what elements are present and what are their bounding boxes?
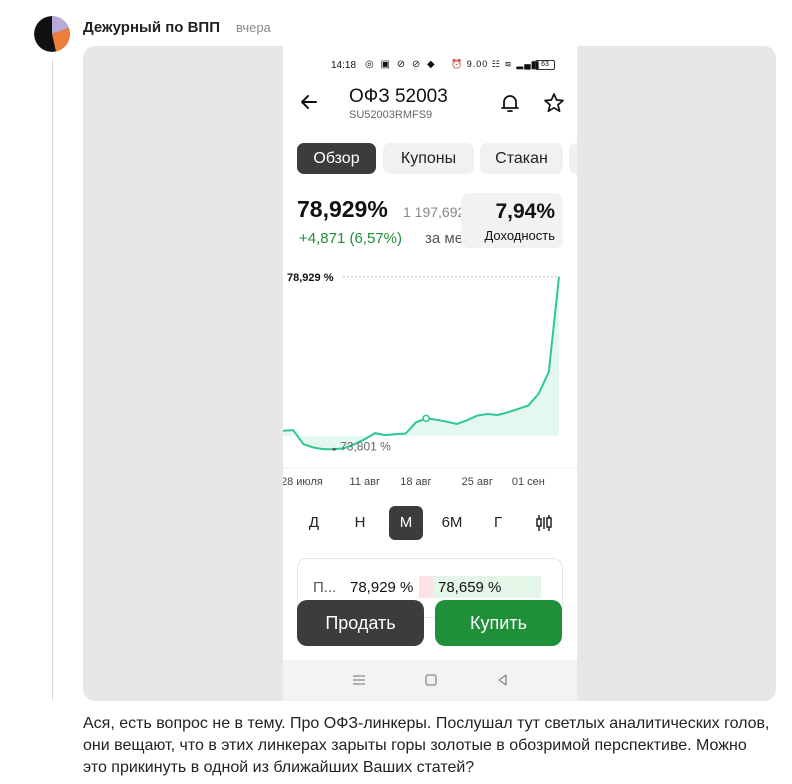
period-week[interactable]: Н bbox=[343, 506, 377, 540]
period-year[interactable]: Г bbox=[481, 506, 515, 540]
ask-price: 78,659 % bbox=[438, 579, 502, 596]
menu-nav-icon[interactable] bbox=[351, 672, 367, 688]
home-nav-icon[interactable] bbox=[423, 672, 439, 688]
period-day[interactable]: Д bbox=[297, 506, 331, 540]
period-6m[interactable]: 6М bbox=[433, 506, 471, 540]
status-time: 14:18 bbox=[331, 60, 357, 71]
quote-label: П... bbox=[313, 579, 337, 596]
comment-page: Дежурный по ВПП вчера 14:18 ◎ ▣ ⊘ ⊘ ◆ ⏰ … bbox=[0, 0, 792, 784]
yield-value: 7,94% bbox=[495, 200, 555, 223]
system-icons: ⏰ 9.00 ☷ ≋ ▂▄▆ bbox=[451, 59, 540, 69]
bid-price: 78,929 % bbox=[350, 579, 414, 596]
chart-marker-point bbox=[422, 414, 430, 423]
comment-time: вчера bbox=[236, 20, 271, 35]
thread-line bbox=[52, 60, 53, 700]
page-title: ОФЗ 52003 bbox=[349, 86, 448, 107]
x-tick-label: 01 сен bbox=[512, 476, 545, 488]
period-month[interactable]: М bbox=[389, 506, 423, 540]
android-nav-bar bbox=[283, 660, 577, 701]
comment-text: Ася, есть вопрос не в тему. Про ОФЗ-линк… bbox=[83, 715, 770, 776]
author-name[interactable]: Дежурный по ВПП bbox=[83, 19, 220, 36]
notification-icons: ◎ ▣ ⊘ ⊘ ◆ bbox=[365, 59, 437, 70]
x-tick-label: 25 авг bbox=[462, 476, 493, 488]
tab-overview[interactable]: Обзор bbox=[297, 143, 376, 174]
min-point bbox=[332, 447, 336, 451]
chart-area-fill bbox=[283, 276, 559, 450]
buy-button[interactable]: Купить bbox=[435, 600, 562, 646]
battery-icon: 63 bbox=[535, 60, 555, 70]
yield-label: Доходность bbox=[484, 228, 555, 243]
tab-orderbook[interactable]: Стакан bbox=[480, 143, 563, 174]
max-label: 78,929 % bbox=[287, 272, 334, 284]
bid-bar bbox=[419, 576, 433, 598]
tab-coupons[interactable]: Купоны bbox=[383, 143, 474, 174]
x-tick-label: 11 авг bbox=[350, 476, 380, 488]
isin-code: SU52003RMFS9 bbox=[349, 109, 433, 121]
min-label: 73,801 % bbox=[340, 439, 391, 453]
phone-screenshot: 14:18 ◎ ▣ ⊘ ⊘ ◆ ⏰ 9.00 ☷ ≋ ▂▄▆ 63 ОФЗ 52… bbox=[283, 46, 577, 701]
candles-icon[interactable] bbox=[527, 506, 561, 540]
back-nav-icon[interactable] bbox=[495, 672, 511, 688]
x-tick-label: 18 авг bbox=[400, 476, 431, 488]
price-value: 78,929% bbox=[297, 196, 388, 222]
price-chart[interactable]: 78,929 % 73,801 % 28 июля 11 авг 18 авг 25 ав… bbox=[283, 256, 577, 501]
sell-button[interactable]: Продать bbox=[297, 600, 424, 646]
bell-icon[interactable] bbox=[499, 92, 521, 114]
yield-box[interactable]: 7,94% Доходность bbox=[461, 193, 563, 248]
x-tick-label: 28 июля bbox=[283, 476, 323, 488]
star-icon[interactable] bbox=[543, 92, 565, 114]
status-bar: 14:18 ◎ ▣ ⊘ ⊘ ◆ ⏰ 9.00 ☷ ≋ ▂▄▆ 63 bbox=[283, 58, 577, 74]
avatar[interactable] bbox=[34, 16, 70, 52]
price-change: +4,871 (6,57%) bbox=[299, 230, 402, 247]
tab-more[interactable] bbox=[569, 143, 577, 174]
back-arrow-icon[interactable] bbox=[299, 92, 319, 112]
